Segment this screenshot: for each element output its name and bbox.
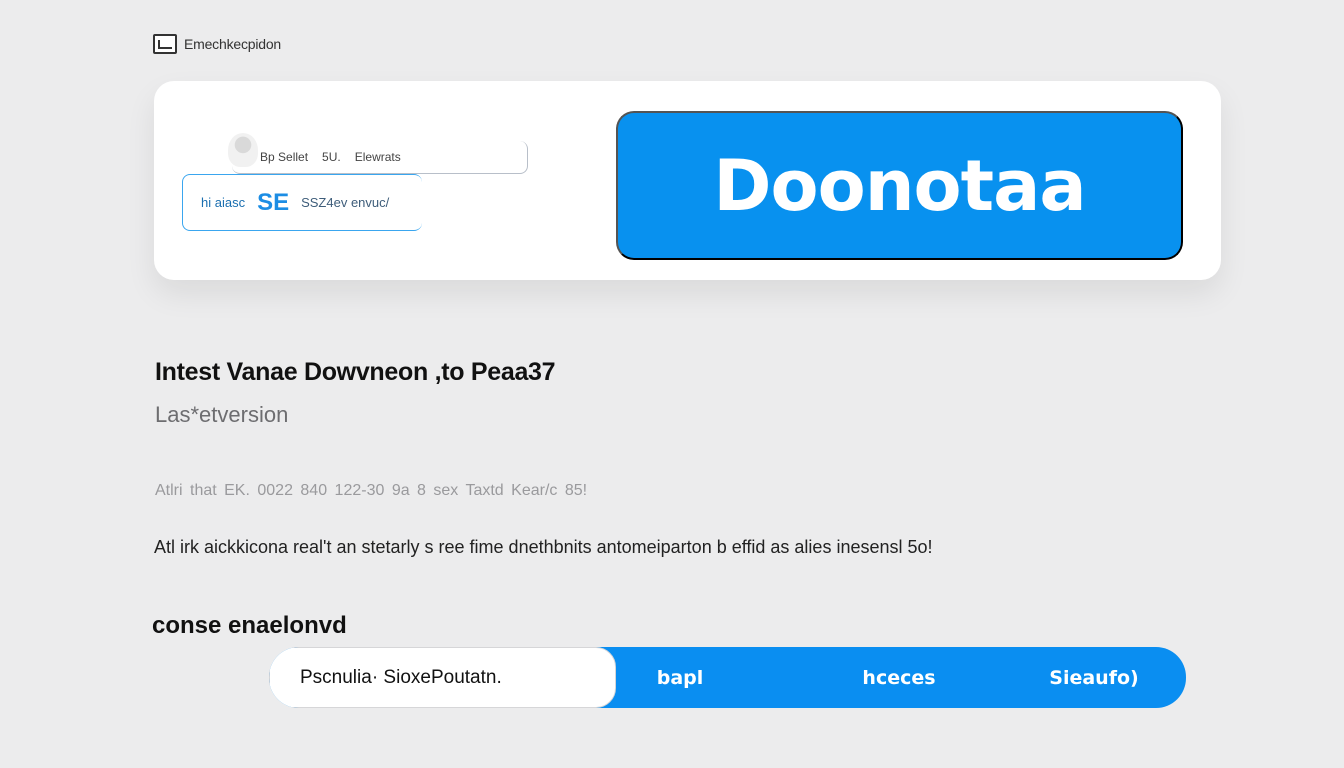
download-button[interactable]: Doonotaa bbox=[616, 111, 1183, 260]
description: Atl irk aickkicona real't an stetarly s … bbox=[154, 537, 933, 557]
field-text: SSZ4ev envuc/ bbox=[301, 195, 390, 210]
hero-card: Bp Sellet 5U. Elewrats hi aiasc SE SSZ4e… bbox=[154, 81, 1221, 280]
page-subtitle: Las*etversion bbox=[155, 402, 289, 427]
hero-top-row-item: Elewrats bbox=[354, 150, 401, 164]
bar-button-3[interactable]: Sieaufo) bbox=[1029, 647, 1159, 708]
hero-input-field[interactable]: hi aiasc SE SSZ4ev envuc/ bbox=[182, 174, 422, 231]
page: Emechkecpidon Bp Sellet 5U. Elewrats hi … bbox=[0, 0, 1344, 768]
hero-top-row: Bp Sellet 5U. Elewrats bbox=[232, 141, 528, 174]
chart-icon bbox=[153, 34, 177, 54]
brand: Emechkecpidon bbox=[153, 34, 281, 54]
field-glyph: SE bbox=[257, 188, 290, 216]
search-input[interactable] bbox=[269, 647, 616, 708]
bar-button-2[interactable]: hceces bbox=[829, 647, 969, 708]
section-title: conse enaelonvd bbox=[152, 612, 347, 639]
hero-top-row-item: 5U. bbox=[322, 150, 341, 164]
field-tag: hi aiasc bbox=[201, 195, 246, 210]
action-bar: bapl hceces Sieaufo) bbox=[269, 647, 1186, 708]
page-title: Intest Vanae Dowvneon ,to Peaa37 bbox=[155, 358, 556, 386]
meta-info: Atlri that EK. 0022 840 122-30 9a 8 sex … bbox=[155, 482, 588, 499]
hero-top-row-item: Bp Sellet bbox=[260, 150, 309, 164]
brand-label: Emechkecpidon bbox=[184, 36, 282, 52]
bar-button-1[interactable]: bapl bbox=[625, 647, 735, 708]
